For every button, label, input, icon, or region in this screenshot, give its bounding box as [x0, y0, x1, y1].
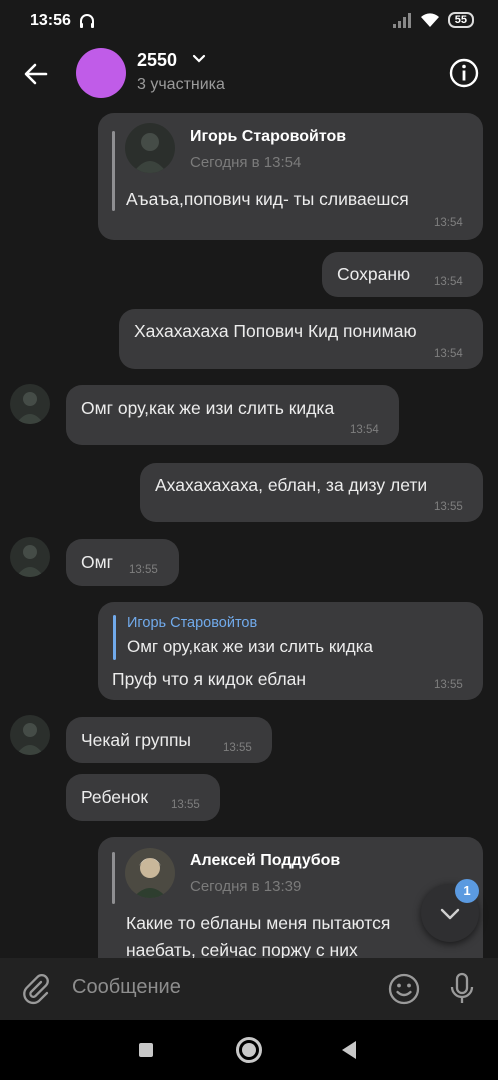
message-time: 13:55: [434, 679, 463, 691]
wifi-icon: [420, 13, 439, 27]
message-bubble[interactable]: Ребенок 13:55: [66, 774, 220, 821]
group-avatar[interactable]: [76, 48, 126, 98]
message-time: 13:54: [434, 348, 463, 360]
system-navbar: [0, 1020, 498, 1080]
message-bubble[interactable]: Чекай группы 13:55: [66, 717, 272, 763]
message-text: Пруф что я кидок еблан: [112, 669, 307, 689]
avatar: [125, 123, 175, 173]
message-time: 13:54: [434, 217, 463, 229]
reply-bar: [112, 852, 115, 904]
headphones-icon: [80, 14, 94, 28]
message-time: 13:55: [129, 564, 158, 576]
chat-title[interactable]: 2550: [137, 50, 177, 71]
message-text: Аъаъа,попович кид- ты сливаешся: [126, 189, 409, 209]
message-bubble[interactable]: Сохраню 13:54: [322, 252, 483, 297]
message-time: 13:55: [434, 501, 463, 513]
avatar[interactable]: [10, 537, 50, 577]
reply-author: Игорь Старовойтов: [127, 615, 258, 631]
reply-quote: Омг ору,как же изи слить кидка: [127, 637, 373, 656]
reply-author: Алексей Поддубов: [190, 852, 341, 869]
home-button[interactable]: [236, 1037, 262, 1063]
message-text: Чекай группы: [81, 730, 192, 750]
message-bubble[interactable]: Хахахахаха Попович Кид понимаю 13:54: [119, 309, 483, 369]
info-icon[interactable]: [448, 57, 480, 89]
avatar[interactable]: [10, 715, 50, 755]
reply-author: Игорь Старовойтов: [190, 128, 347, 145]
recents-button[interactable]: [139, 1043, 153, 1057]
status-indicators: 55: [392, 12, 474, 28]
chevron-down-icon[interactable]: [192, 54, 206, 64]
message-composer: Сообщение: [0, 958, 498, 1020]
reply-bar: [112, 131, 115, 211]
back-button[interactable]: [342, 1041, 356, 1059]
message-text: Ребенок: [81, 787, 149, 807]
status-time: 13:56: [30, 12, 71, 29]
message-bubble[interactable]: Омг 13:55: [66, 539, 179, 586]
reply-date: Сегодня в 13:39: [190, 878, 302, 895]
smiley-icon[interactable]: [387, 972, 421, 1006]
message-text: Омг ору,как же изи слить кидка: [81, 398, 335, 418]
message-text: Ахахахахаха, еблан, за дизу лети: [155, 475, 428, 495]
reply-date: Сегодня в 13:54: [190, 154, 302, 171]
message-time: 13:55: [171, 799, 200, 811]
chat-header: 2550 3 участника: [0, 44, 498, 108]
unread-badge: 1: [455, 879, 479, 903]
signal-icon: [392, 13, 411, 28]
paperclip-icon[interactable]: [20, 973, 52, 1005]
members-count: 3 участника: [137, 76, 225, 93]
arrow-left-icon[interactable]: [20, 58, 52, 90]
message-bubble[interactable]: Игорь Старовойтов Сегодня в 13:54 Аъаъа,…: [98, 113, 483, 240]
message-time: 13:55: [223, 742, 252, 754]
status-bar: 13:56 55: [0, 0, 498, 44]
microphone-icon[interactable]: [446, 972, 478, 1006]
message-bubble[interactable]: Ахахахахаха, еблан, за дизу лети 13:55: [140, 463, 483, 522]
message-input[interactable]: Сообщение: [72, 976, 181, 999]
message-text: Хахахахаха Попович Кид понимаю: [134, 321, 417, 341]
message-text: Сохраню: [337, 264, 411, 284]
battery-indicator: 55: [447, 12, 474, 28]
message-text: Какие то ебланы меня пытаются: [126, 913, 391, 933]
avatar: [125, 848, 175, 898]
avatar[interactable]: [10, 384, 50, 424]
message-bubble[interactable]: Омг ору,как же изи слить кидка 13:54: [66, 385, 399, 445]
message-time: 13:54: [350, 424, 379, 436]
reply-bar: [113, 615, 116, 660]
message-time: 13:54: [434, 276, 463, 288]
message-bubble[interactable]: Игорь Старовойтов Омг ору,как же изи сли…: [98, 602, 483, 700]
message-text: наебать, сейчас поржу с них: [126, 940, 358, 958]
message-text: Омг: [81, 552, 114, 572]
